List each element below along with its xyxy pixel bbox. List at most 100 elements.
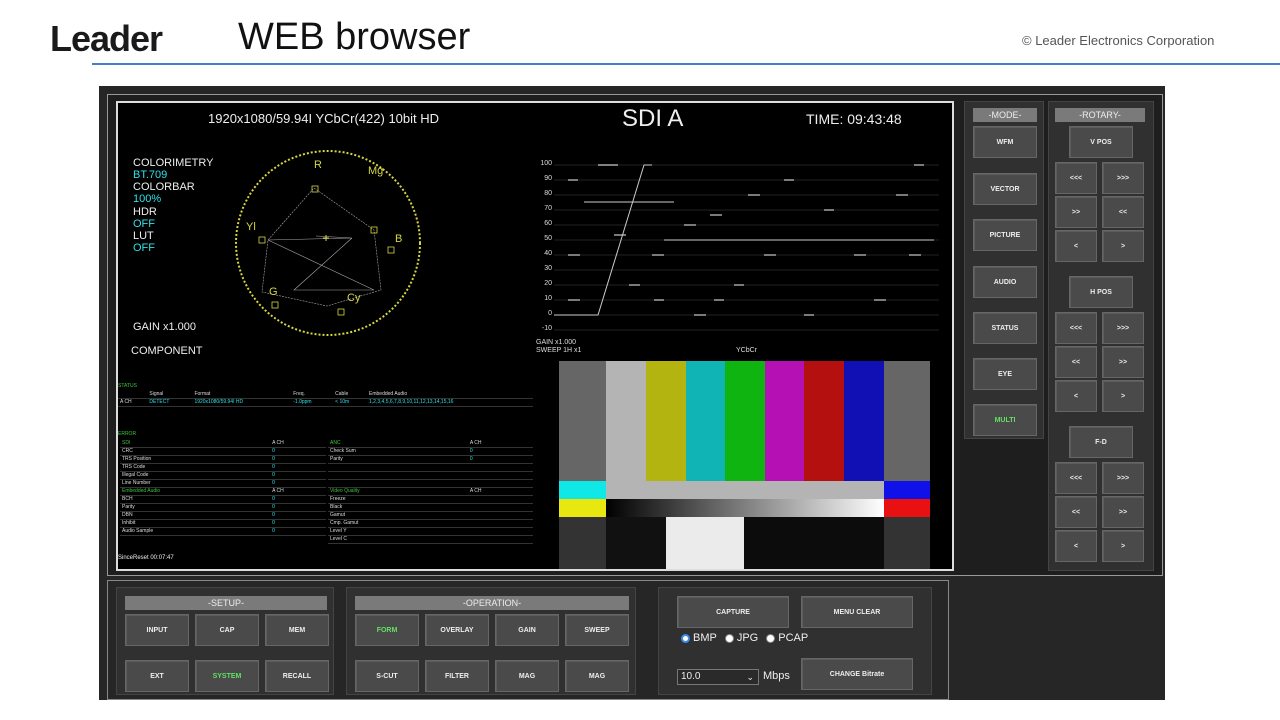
capture-panel: CAPTURE MENU CLEAR BMP JPG PCAP 10.0 ⌄ Mb… bbox=[658, 587, 932, 695]
mode-vector-button[interactable]: VECTOR bbox=[973, 173, 1037, 205]
multi-screen: 1920x1080/59.94I YCbCr(422) 10bit HD SDI… bbox=[116, 101, 954, 571]
hpos-ll-button[interactable]: << bbox=[1055, 346, 1097, 378]
err-vq-1: Black bbox=[328, 503, 468, 512]
err-aud-0v: 0 bbox=[270, 495, 326, 504]
fd-r-button[interactable]: > bbox=[1102, 530, 1144, 562]
header-rule bbox=[92, 63, 1280, 65]
op-mag-button-1[interactable]: MAG bbox=[495, 660, 559, 692]
colorbar-label: COLORBAR bbox=[133, 181, 195, 193]
vpos-rrr-button[interactable]: >>> bbox=[1102, 162, 1144, 194]
hpos-button[interactable]: H POS bbox=[1069, 276, 1133, 308]
err-anc-1v: 0 bbox=[467, 455, 533, 464]
err-sdi-0v: 0 bbox=[270, 447, 326, 456]
wfm-mode: YCbCr bbox=[736, 347, 758, 354]
hdr-value: OFF bbox=[133, 218, 155, 230]
mode-audio-button[interactable]: AUDIO bbox=[973, 266, 1037, 298]
fd-button[interactable]: F-D bbox=[1069, 426, 1133, 458]
operation-title: -OPERATION- bbox=[355, 596, 629, 610]
hpos-l-button[interactable]: < bbox=[1055, 380, 1097, 412]
status-c2: 1920x1080/59.94I HD bbox=[192, 398, 292, 407]
capture-button[interactable]: CAPTURE bbox=[677, 596, 789, 628]
fd-rr-button[interactable]: >> bbox=[1102, 496, 1144, 528]
error-audio-ach: A CH bbox=[270, 487, 326, 496]
hpos-rr-button[interactable]: >> bbox=[1102, 346, 1144, 378]
setup-title: -SETUP- bbox=[125, 596, 327, 610]
mode-multi-button[interactable]: MULTI bbox=[973, 404, 1037, 436]
mode-picture-button[interactable]: PICTURE bbox=[973, 219, 1037, 251]
change-bitrate-button[interactable]: CHANGE Bitrate bbox=[801, 658, 913, 690]
hdr-label: HDR bbox=[133, 206, 157, 218]
wfm-tick-label: 0 bbox=[548, 310, 552, 317]
setup-mem-button[interactable]: MEM bbox=[265, 614, 329, 646]
setup-panel: -SETUP- INPUT CAP MEM EXT SYSTEM RECALL bbox=[116, 587, 334, 695]
monitor-panel: 1920x1080/59.94I YCbCr(422) 10bit HD SDI… bbox=[107, 94, 1163, 576]
vpos-ll-button[interactable]: << bbox=[1102, 196, 1144, 228]
err-sdi-1v: 0 bbox=[270, 455, 326, 464]
status-h5: Embedded Audio bbox=[367, 390, 533, 399]
error-vq-head: Video Quality bbox=[328, 487, 468, 496]
control-panel: -SETUP- INPUT CAP MEM EXT SYSTEM RECALL … bbox=[107, 580, 949, 700]
err-aud-4v: 0 bbox=[270, 527, 326, 536]
wfm-tick-label: 60 bbox=[544, 220, 552, 227]
vectorscope bbox=[235, 150, 421, 336]
since-reset: SinceReset 00:07:47 bbox=[118, 555, 174, 561]
format-radio-group: BMP JPG PCAP bbox=[681, 632, 808, 644]
fd-l-button[interactable]: < bbox=[1055, 530, 1097, 562]
web-app: 1920x1080/59.94I YCbCr(422) 10bit HD SDI… bbox=[99, 86, 1165, 700]
vpos-ccc-button[interactable]: <<< bbox=[1055, 162, 1097, 194]
vector-gain: GAIN x1.000 bbox=[133, 321, 196, 333]
op-sweep-button[interactable]: SWEEP bbox=[565, 614, 629, 646]
fd-ccc-button[interactable]: <<< bbox=[1055, 462, 1097, 494]
fd-rrr-button[interactable]: >>> bbox=[1102, 462, 1144, 494]
vpos-rr-button[interactable]: >> bbox=[1055, 196, 1097, 228]
hpos-rrr-button[interactable]: >>> bbox=[1102, 312, 1144, 344]
wfm-tick-label: 70 bbox=[544, 205, 552, 212]
radio-pcap[interactable]: PCAP bbox=[766, 632, 808, 644]
hpos-ccc-button[interactable]: <<< bbox=[1055, 312, 1097, 344]
setup-ext-button[interactable]: EXT bbox=[125, 660, 189, 692]
op-form-button[interactable]: FORM bbox=[355, 614, 419, 646]
op-gain-button[interactable]: GAIN bbox=[495, 614, 559, 646]
vpos-button[interactable]: V POS bbox=[1069, 126, 1133, 158]
status-table: Signal Format Freq. Cable Embedded Audio… bbox=[118, 390, 533, 407]
err-aud-1v: 0 bbox=[270, 503, 326, 512]
status-h1: Signal bbox=[147, 390, 193, 399]
op-scut-button[interactable]: S-CUT bbox=[355, 660, 419, 692]
err-vq-3: Cmp. Gamut bbox=[328, 519, 468, 528]
status-c5: 1,2,3,4,5,6,7,8,9,10,11,12,13,14,15,16 bbox=[367, 398, 533, 407]
wfm-tick-label: 10 bbox=[544, 295, 552, 302]
setup-cap-button[interactable]: CAP bbox=[195, 614, 259, 646]
mode-status-button[interactable]: STATUS bbox=[973, 312, 1037, 344]
error-anc-ach: A CH bbox=[467, 439, 533, 448]
radio-jpg[interactable]: JPG bbox=[724, 632, 758, 644]
error-anc-table: ANC A CH Check Sum 0 Parity 0 Video Quality… bbox=[328, 439, 533, 544]
vpos-l-button[interactable]: < bbox=[1055, 230, 1097, 262]
err-aud-4: Audio Sample bbox=[120, 527, 271, 536]
fd-ll-button[interactable]: << bbox=[1055, 496, 1097, 528]
radio-bmp[interactable]: BMP bbox=[681, 632, 717, 644]
status-h0 bbox=[118, 390, 148, 399]
leader-logo: Leader bbox=[50, 18, 163, 59]
setup-recall-button[interactable]: RECALL bbox=[265, 660, 329, 692]
time-label: TIME: 09:43:48 bbox=[806, 111, 902, 127]
err-sdi-4: Line Number bbox=[120, 479, 271, 488]
rotary-title: -ROTARY- bbox=[1055, 108, 1145, 122]
mode-eye-button[interactable]: EYE bbox=[973, 358, 1037, 390]
menu-clear-button[interactable]: MENU CLEAR bbox=[801, 596, 913, 628]
wfm-tick-label: 90 bbox=[544, 175, 552, 182]
setup-system-button[interactable]: SYSTEM bbox=[195, 660, 259, 692]
err-aud-0: BCH bbox=[120, 495, 271, 504]
mode-wfm-button[interactable]: WFM bbox=[973, 126, 1037, 158]
hpos-r-button[interactable]: > bbox=[1102, 380, 1144, 412]
setup-input-button[interactable]: INPUT bbox=[125, 614, 189, 646]
status-c0: A CH bbox=[118, 398, 148, 407]
bitrate-select[interactable]: 10.0 ⌄ bbox=[677, 669, 759, 685]
err-vq-4: Level Y bbox=[328, 527, 468, 536]
mode-panel: -MODE- WFM VECTOR PICTURE AUDIO STATUS E… bbox=[964, 101, 1044, 439]
vpos-r-button[interactable]: > bbox=[1102, 230, 1144, 262]
op-filter-button[interactable]: FILTER bbox=[425, 660, 489, 692]
op-mag-button-2[interactable]: MAG bbox=[565, 660, 629, 692]
op-overlay-button[interactable]: OVERLAY bbox=[425, 614, 489, 646]
status-h3: Freq. bbox=[291, 390, 334, 399]
vector-component: COMPONENT bbox=[131, 345, 203, 357]
